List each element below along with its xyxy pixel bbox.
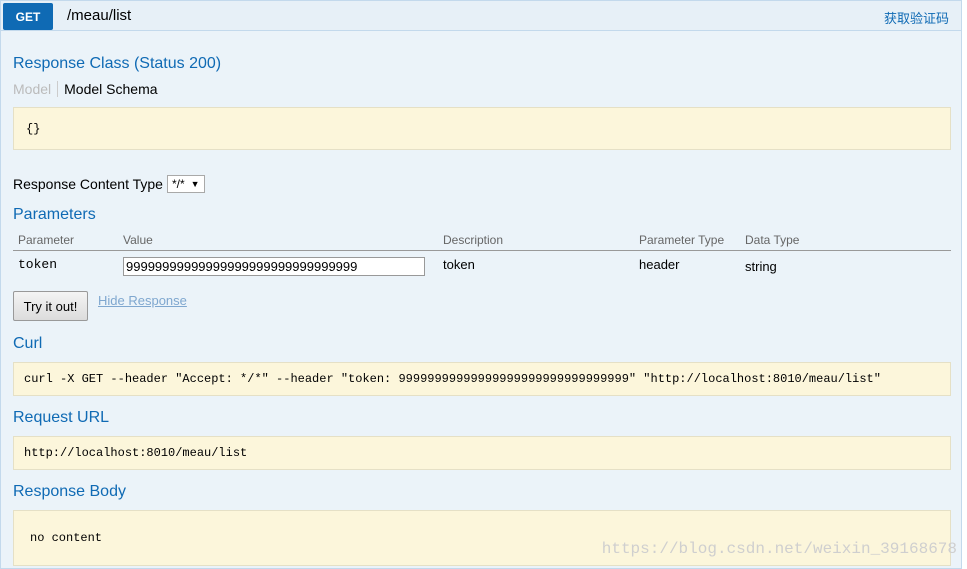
response-content-type: Response Content Type */* ▼ xyxy=(13,175,205,193)
curl-title: Curl xyxy=(13,335,43,352)
tab-model[interactable]: Model xyxy=(13,81,59,97)
response-content-type-label: Response Content Type xyxy=(13,176,163,192)
model-schema-box: {} xyxy=(13,107,951,150)
column-header: Parameter Type xyxy=(634,229,740,251)
parameters-title: Parameters xyxy=(13,206,96,223)
operation-header[interactable]: GET /meau/list 获取验证码 xyxy=(1,1,961,31)
parameters-table: Parameter Value Description Parameter Ty… xyxy=(13,229,951,282)
parameter-description: token xyxy=(443,256,475,272)
endpoint-path[interactable]: /meau/list xyxy=(67,7,131,24)
column-header: Data Type xyxy=(740,229,951,251)
column-header: Value xyxy=(118,229,438,251)
data-type: string xyxy=(745,258,777,274)
token-value-input[interactable]: 99999999999999999999999999999999 xyxy=(123,256,425,276)
table-header-row: Parameter Value Description Parameter Ty… xyxy=(13,229,951,251)
token-value-text: 99999999999999999999999999999999 xyxy=(126,258,358,274)
content-type-select[interactable]: */* ▼ xyxy=(166,175,205,193)
curl-command: curl -X GET --header "Accept: */*" --hea… xyxy=(24,372,881,386)
request-url-box: http://localhost:8010/meau/list xyxy=(13,436,951,470)
table-row: token 99999999999999999999999999999999 t… xyxy=(13,250,951,282)
http-method-badge[interactable]: GET xyxy=(3,3,53,30)
operation-summary[interactable]: 获取验证码 xyxy=(884,8,949,27)
model-schema-content: {} xyxy=(26,122,41,136)
parameter-name: token xyxy=(18,256,58,272)
response-class-title: Response Class (Status 200) xyxy=(13,55,222,72)
request-url-title: Request URL xyxy=(13,409,110,426)
request-url-value: http://localhost:8010/meau/list xyxy=(24,446,248,460)
chevron-down-icon: ▼ xyxy=(190,179,200,189)
tab-model-schema[interactable]: Model Schema xyxy=(58,81,157,97)
response-body-content: no content xyxy=(30,531,103,545)
curl-box: curl -X GET --header "Accept: */*" --hea… xyxy=(13,362,951,396)
response-body-title: Response Body xyxy=(13,483,126,500)
column-header: Description xyxy=(438,229,634,251)
watermark-text: https://blog.csdn.net/weixin_39168678 xyxy=(601,540,957,558)
parameter-type: header xyxy=(639,256,680,272)
model-tabs: Model Model Schema xyxy=(13,81,158,97)
try-it-out-button[interactable]: Try it out! xyxy=(13,291,88,321)
operation-panel: GET /meau/list 获取验证码 Response Class (Sta… xyxy=(0,0,962,569)
content-type-selected: */* xyxy=(171,177,185,191)
hide-response-link[interactable]: Hide Response xyxy=(98,293,187,308)
column-header: Parameter xyxy=(13,229,118,251)
